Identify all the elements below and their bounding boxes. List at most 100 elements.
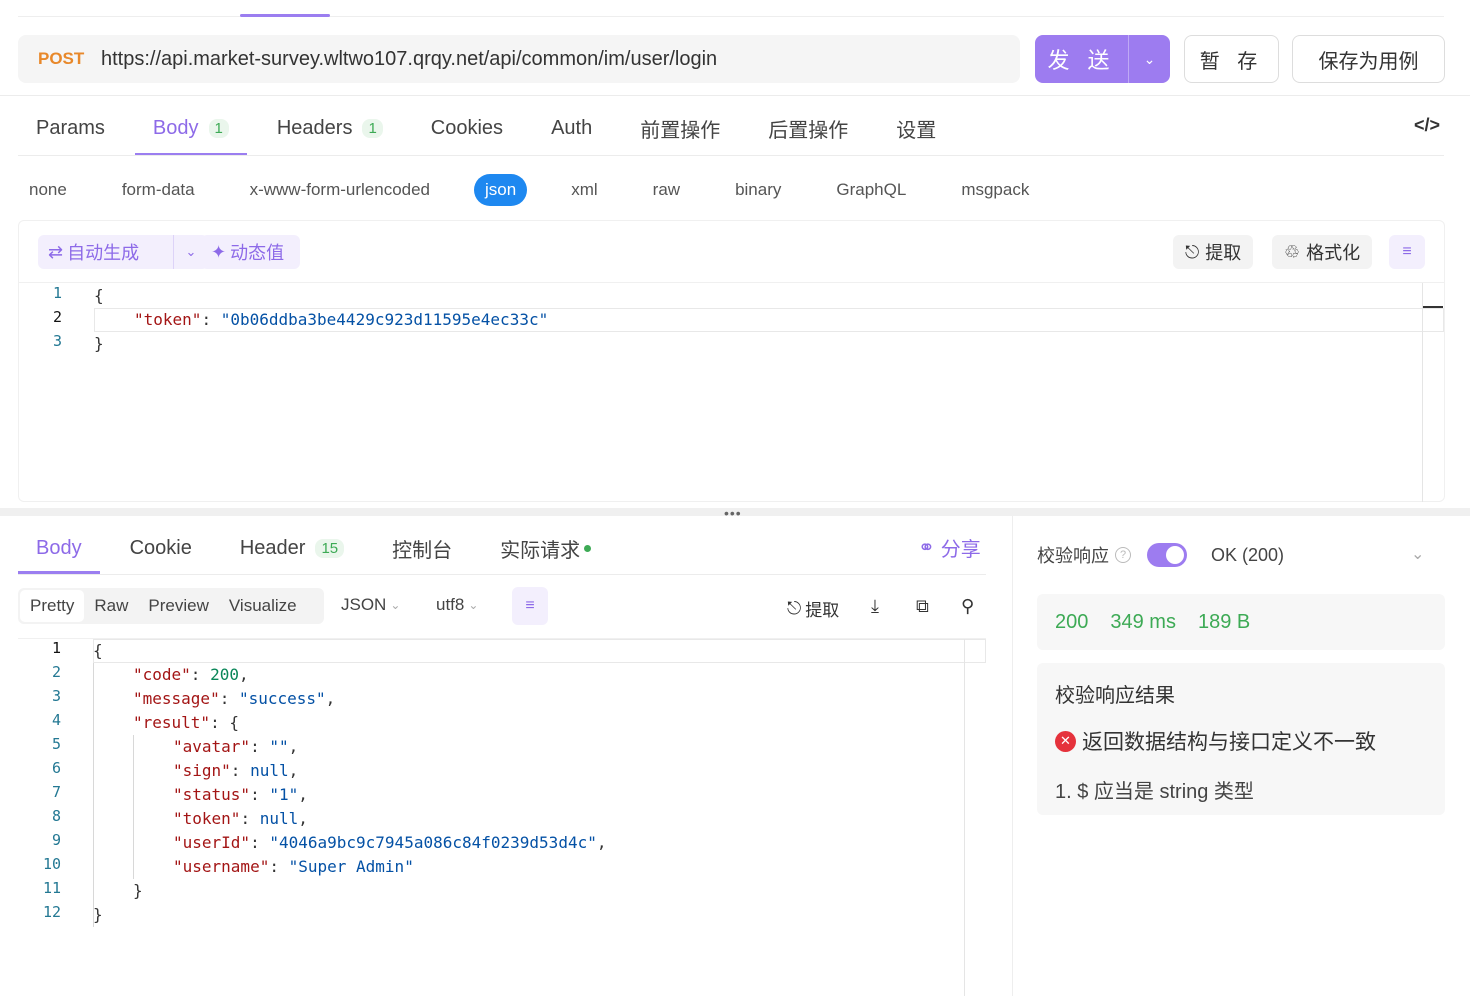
tab-cookies[interactable]: Cookies bbox=[413, 100, 521, 156]
tab-response-cookie[interactable]: Cookie bbox=[112, 522, 210, 574]
view-pretty[interactable]: Pretty bbox=[20, 590, 85, 622]
tab-response-body[interactable]: Body bbox=[18, 522, 100, 574]
copy-icon[interactable]: ⧉ bbox=[916, 596, 929, 617]
auto-generate-button-group[interactable]: ⇄ 自动生成 ⌄ bbox=[38, 235, 208, 269]
tab-body[interactable]: Body 1 bbox=[134, 100, 247, 156]
line-number: 1 bbox=[51, 639, 61, 657]
body-type-msgpack[interactable]: msgpack bbox=[950, 174, 1040, 206]
extract-button[interactable]: ⎋ 提取 bbox=[1173, 235, 1254, 269]
chevron-down-icon[interactable]: ⌄ bbox=[1411, 544, 1424, 564]
auto-generate-button[interactable]: ⇄ 自动生成 bbox=[38, 235, 174, 269]
tab-label: 后置操作 bbox=[768, 119, 849, 142]
tab-headers[interactable]: Headers 1 bbox=[259, 100, 401, 156]
extract-label: 提取 bbox=[1205, 243, 1242, 263]
body-type-xml[interactable]: xml bbox=[560, 174, 608, 206]
request-tabs: Params Body 1 Headers 1 Cookies Auth 前置操作 … bbox=[18, 100, 966, 156]
validation-toggle[interactable] bbox=[1147, 543, 1187, 567]
code-token: , bbox=[298, 785, 308, 804]
code-icon[interactable]: </> bbox=[1414, 115, 1440, 136]
url-bar[interactable]: POST https://api.market-survey.wltwo107.… bbox=[18, 35, 1020, 83]
body-type-graphql[interactable]: GraphQL bbox=[825, 174, 917, 206]
code-token: : bbox=[240, 809, 260, 828]
format-select[interactable]: JSON ⌄ bbox=[341, 595, 400, 615]
tab-label: Headers bbox=[276, 116, 353, 139]
view-visualize[interactable]: Visualize bbox=[219, 590, 307, 622]
code-token: , bbox=[238, 665, 249, 684]
help-icon[interactable]: ? bbox=[1115, 547, 1131, 563]
extract-button[interactable]: ⎋ 提取 bbox=[787, 596, 839, 621]
tab-label: Body bbox=[152, 116, 199, 139]
refresh-icon: ⇄ bbox=[48, 241, 64, 262]
code-token: : bbox=[250, 785, 270, 804]
drag-handle-icon[interactable]: ••• bbox=[724, 505, 742, 521]
format-label: 格式化 bbox=[1306, 243, 1361, 263]
dynamic-value-button[interactable]: ✦ 动态值 bbox=[201, 235, 300, 269]
code-line: } bbox=[94, 332, 104, 356]
json-key: "avatar" bbox=[173, 737, 251, 756]
save-draft-button[interactable]: 暂 存 bbox=[1184, 35, 1279, 83]
view-mode-selector: Pretty Raw Preview Visualize bbox=[18, 588, 324, 624]
search-icon[interactable]: ⚲ bbox=[961, 596, 974, 617]
json-string: "0b06ddba3be4429c923d11595e4ec33c" bbox=[220, 310, 549, 329]
tab-actual-request[interactable]: 实际请求 bbox=[482, 522, 609, 574]
editor-scrollbar[interactable] bbox=[964, 639, 965, 996]
url-input[interactable]: https://api.market-survey.wltwo107.qrqy.… bbox=[101, 48, 717, 71]
validation-panel: 校验响应 ? OK (200) ⌄ 200 349 ms 189 B 校验响应结… bbox=[1012, 516, 1470, 996]
current-line-highlight bbox=[93, 639, 986, 663]
encoding-select-value: utf8 bbox=[436, 595, 465, 614]
line-number: 4 bbox=[51, 711, 61, 729]
format-button[interactable]: ♲ 格式化 bbox=[1272, 235, 1373, 269]
tab-settings[interactable]: 设置 bbox=[878, 100, 954, 156]
http-method[interactable]: POST bbox=[38, 49, 101, 69]
json-value: "4046a9bc9c7945a086c84f0239d53d4c" bbox=[269, 833, 597, 852]
body-type-json[interactable]: json bbox=[474, 174, 528, 206]
json-value: "Super Admin" bbox=[288, 857, 414, 876]
tab-params[interactable]: Params bbox=[18, 100, 123, 156]
request-body-editor[interactable]: ⇄ 自动生成 ⌄ ✦ 动态值 ⎋ 提取 ♲ 格式化 ≡ 1 2 3 { "tok… bbox=[18, 220, 1445, 502]
tab-pre-processors[interactable]: 前置操作 bbox=[622, 100, 738, 156]
validation-error: ✕ 返回数据结构与接口定义不一致 bbox=[1055, 726, 1376, 756]
chevron-down-icon[interactable]: ⌄ bbox=[1129, 35, 1170, 83]
code-line: { bbox=[94, 284, 104, 308]
word-wrap-icon[interactable]: ≡ bbox=[512, 587, 548, 625]
response-body-viewer[interactable]: 1 {2 "code": 200, 3 "message": "success", 4 "r… bbox=[18, 638, 986, 996]
view-raw[interactable]: Raw bbox=[84, 590, 138, 622]
body-type-none[interactable]: none bbox=[18, 174, 78, 206]
code-token: } bbox=[133, 881, 143, 900]
magic-wand-icon: ✦ bbox=[211, 241, 227, 262]
word-wrap-icon[interactable]: ≡ bbox=[1389, 235, 1425, 269]
body-type-raw[interactable]: raw bbox=[642, 174, 691, 206]
tab-label: Auth bbox=[551, 116, 593, 139]
encoding-select[interactable]: utf8 ⌄ bbox=[436, 595, 478, 615]
code-token: : bbox=[269, 857, 289, 876]
share-label: 分享 bbox=[940, 539, 981, 561]
result-title: 校验响应结果 bbox=[1055, 685, 1175, 707]
response-metrics: 200 349 ms 189 B bbox=[1037, 594, 1445, 650]
tab-console[interactable]: 控制台 bbox=[374, 522, 470, 574]
code-line: "token": "0b06ddba3be4429c923d11595e4ec3… bbox=[134, 308, 548, 332]
body-type-form-data[interactable]: form-data bbox=[111, 174, 206, 206]
line-number: 10 bbox=[42, 855, 61, 873]
tab-auth[interactable]: Auth bbox=[533, 100, 610, 156]
tab-label: 前置操作 bbox=[640, 119, 721, 142]
tab-label: Body bbox=[36, 536, 82, 559]
top-divider bbox=[18, 16, 1444, 17]
tab-label: Cookie bbox=[129, 536, 192, 559]
send-button-group[interactable]: 发 送 ⌄ bbox=[1035, 35, 1170, 83]
line-number: 2 bbox=[52, 308, 62, 326]
status-option-select[interactable]: OK (200) bbox=[1211, 545, 1284, 566]
body-type-binary[interactable]: binary bbox=[724, 174, 792, 206]
save-as-case-button[interactable]: 保存为用例 bbox=[1292, 35, 1445, 83]
tab-post-processors[interactable]: 后置操作 bbox=[750, 100, 866, 156]
code-line: "sign": null, bbox=[173, 759, 298, 783]
share-button[interactable]: ⚭ 分享 bbox=[918, 533, 981, 562]
body-type-urlencoded[interactable]: x-www-form-urlencoded bbox=[239, 174, 441, 206]
editor-scrollbar[interactable] bbox=[1422, 283, 1423, 502]
json-key: "message" bbox=[133, 689, 220, 708]
chevron-down-icon: ⌄ bbox=[468, 598, 479, 612]
send-button[interactable]: 发 送 bbox=[1035, 35, 1129, 83]
tab-response-header[interactable]: Header 15 bbox=[222, 522, 362, 574]
extract-icon: ⎋ bbox=[1185, 241, 1200, 262]
view-preview[interactable]: Preview bbox=[138, 590, 218, 622]
download-icon[interactable]: ⤓ bbox=[871, 596, 879, 617]
